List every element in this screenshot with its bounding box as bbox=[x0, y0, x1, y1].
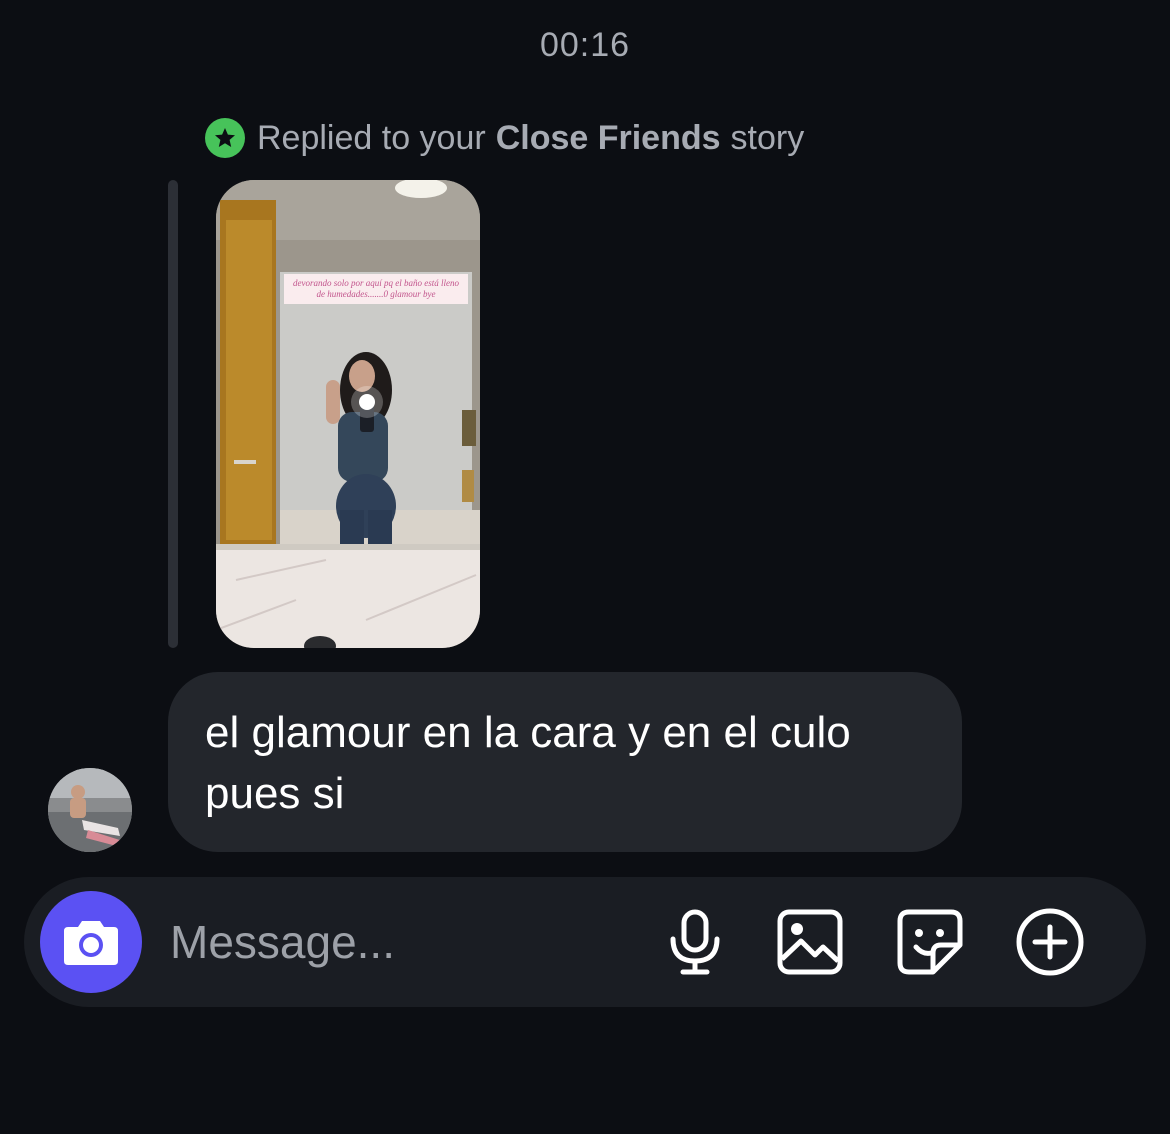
sender-avatar[interactable] bbox=[48, 768, 132, 852]
message-input[interactable] bbox=[170, 911, 640, 973]
microphone-button[interactable] bbox=[660, 907, 730, 977]
avatar-photo bbox=[48, 768, 132, 852]
story-reply-header: Replied to your Close Friends story bbox=[205, 118, 804, 158]
reply-suffix-text: story bbox=[730, 118, 805, 157]
story-photo bbox=[216, 180, 480, 648]
reply-quote-bar bbox=[168, 180, 178, 648]
reply-prefix-text: Replied to your bbox=[257, 118, 486, 157]
message-timestamp: 00:16 bbox=[539, 26, 631, 64]
message-text: el glamour en la cara y en el culo pues … bbox=[205, 708, 851, 818]
sticker-icon bbox=[897, 909, 963, 975]
close-friends-star-icon bbox=[205, 118, 245, 158]
gallery-icon bbox=[777, 909, 843, 975]
plus-circle-icon bbox=[1016, 908, 1084, 976]
dm-thread-screen: 00:16 Replied to your Close Friends stor… bbox=[0, 0, 1170, 1134]
microphone-icon bbox=[670, 909, 720, 975]
message-composer bbox=[24, 877, 1146, 1007]
camera-icon bbox=[64, 921, 118, 965]
camera-button[interactable] bbox=[40, 891, 142, 993]
story-caption-sticker: devorando solo por aquí pq el baño está … bbox=[284, 274, 468, 304]
sticker-button[interactable] bbox=[895, 907, 965, 977]
add-button[interactable] bbox=[1015, 907, 1085, 977]
gallery-button[interactable] bbox=[775, 907, 845, 977]
close-friends-label: Close Friends bbox=[495, 118, 721, 157]
story-preview-thumbnail[interactable]: devorando solo por aquí pq el baño está … bbox=[216, 180, 480, 648]
received-message-bubble[interactable]: el glamour en la cara y en el culo pues … bbox=[168, 672, 962, 852]
